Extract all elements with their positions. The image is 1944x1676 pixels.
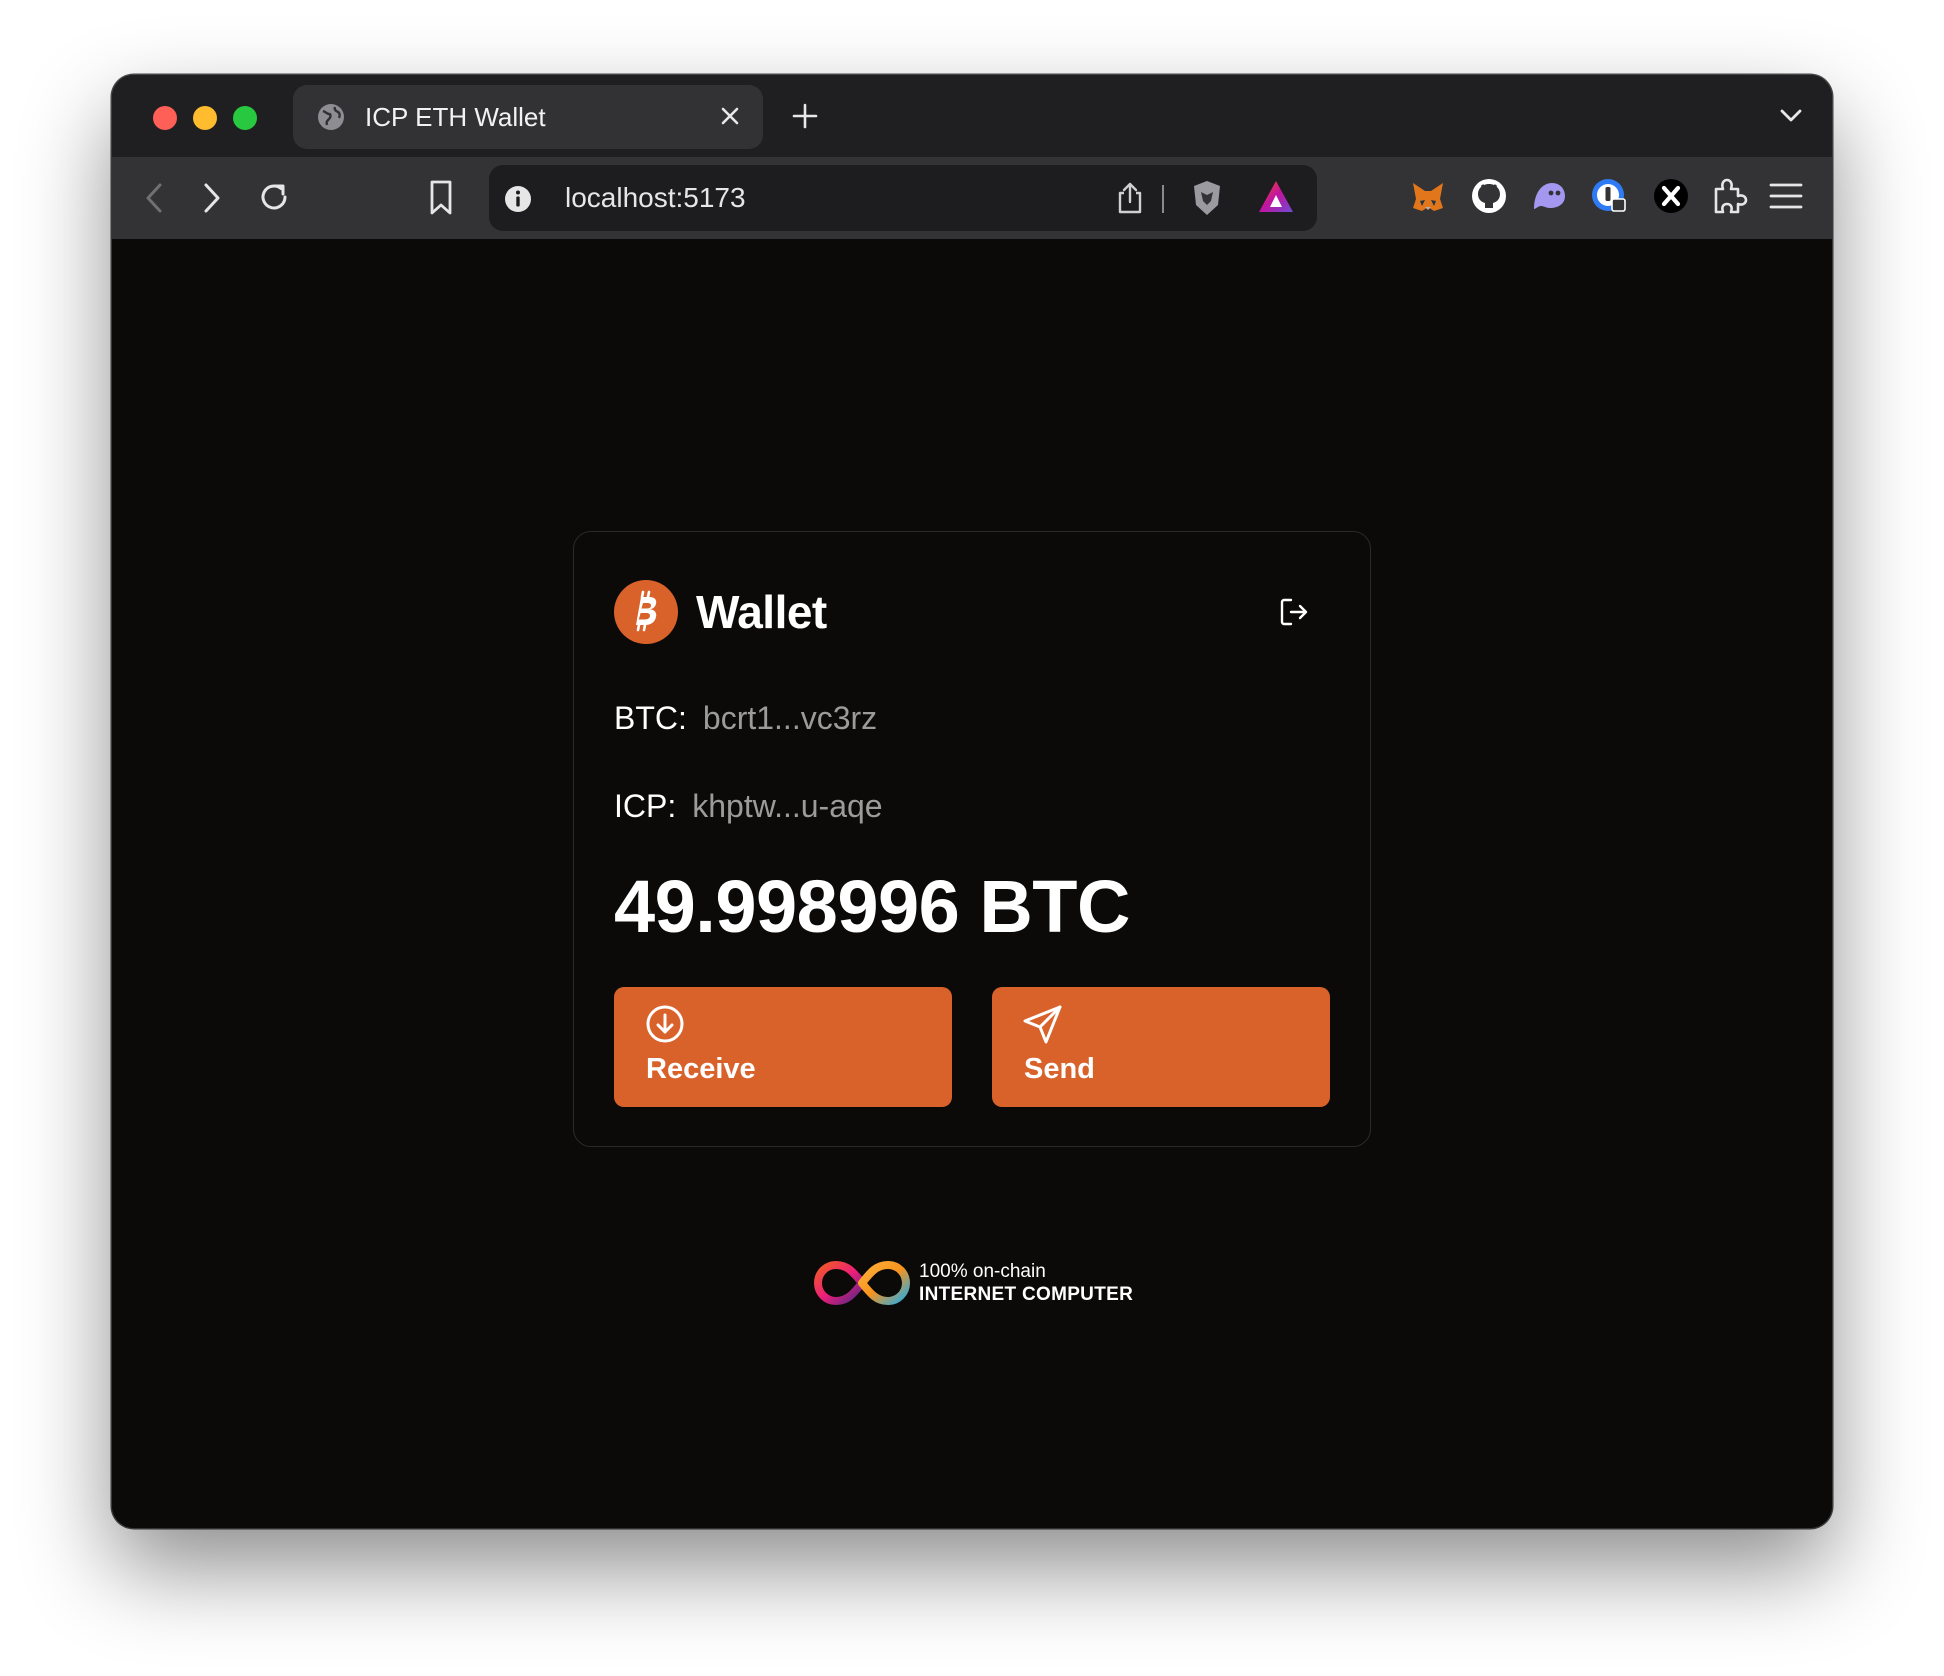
url-separator [1162, 185, 1164, 213]
btc-label: BTC: [614, 700, 687, 736]
receive-button[interactable]: Receive [614, 987, 952, 1107]
btc-address[interactable]: bcrt1...vc3rz [703, 700, 877, 736]
password-manager-icon[interactable] [1590, 177, 1628, 215]
minimize-window-button[interactable] [193, 106, 217, 130]
address-bar[interactable]: localhost:5173 [489, 165, 1317, 231]
brave-rewards-icon[interactable] [1257, 179, 1295, 215]
footer-brand: INTERNET COMPUTER [919, 1284, 1134, 1305]
forward-icon[interactable] [200, 181, 224, 215]
icp-label: ICP: [614, 788, 677, 824]
plus-icon[interactable] [790, 101, 820, 131]
icp-address[interactable]: khptw...u-aqe [692, 788, 882, 824]
share-icon[interactable] [1117, 181, 1143, 215]
browser-window: ICP ETH Wallet localhost:5173 Wallet BTC… [112, 75, 1832, 1528]
ghost-extension-icon[interactable] [1530, 179, 1568, 213]
chevron-down-icon[interactable] [1778, 105, 1804, 127]
tab-title: ICP ETH Wallet [365, 102, 546, 132]
infinity-icon [813, 1260, 911, 1306]
github-icon[interactable] [1470, 177, 1508, 215]
footer-tagline: 100% on-chain [919, 1261, 1046, 1282]
globe-icon [318, 104, 344, 130]
info-icon[interactable] [504, 185, 532, 213]
btc-address-row: BTC: bcrt1...vc3rz [614, 698, 877, 738]
bookmark-icon[interactable] [427, 179, 455, 217]
wallet-title: Wallet [696, 586, 827, 638]
arrow-down-circle-icon [646, 1005, 684, 1043]
url-text[interactable]: localhost:5173 [565, 165, 746, 231]
maximize-window-button[interactable] [233, 106, 257, 130]
close-window-button[interactable] [153, 106, 177, 130]
receive-label: Receive [646, 1053, 756, 1085]
puzzle-icon[interactable] [1710, 177, 1748, 215]
wallet-card: Wallet BTC: bcrt1...vc3rz ICP: khptw...u-a… [573, 531, 1371, 1147]
reload-icon[interactable] [256, 179, 292, 215]
metamask-icon[interactable] [1410, 179, 1446, 215]
logout-icon[interactable] [1278, 596, 1310, 628]
internet-computer-badge: 100% on-chain INTERNET COMPUTER [812, 1251, 1142, 1311]
send-button[interactable]: Send [992, 987, 1330, 1107]
tab-bar: ICP ETH Wallet [112, 75, 1832, 157]
brave-shield-icon[interactable] [1190, 179, 1224, 217]
menu-icon[interactable] [1768, 181, 1804, 211]
page-content: Wallet BTC: bcrt1...vc3rz ICP: khptw...u-a… [112, 239, 1832, 1528]
back-icon[interactable] [142, 181, 166, 215]
bitcoin-icon [614, 580, 678, 644]
send-icon [1023, 1005, 1062, 1044]
tab-active[interactable]: ICP ETH Wallet [293, 85, 763, 149]
balance-amount: 49.998996 BTC [614, 865, 1130, 948]
close-icon[interactable] [719, 105, 741, 127]
icp-address-row: ICP: khptw...u-aqe [614, 786, 883, 826]
send-label: Send [1024, 1053, 1095, 1085]
browser-toolbar: localhost:5173 [112, 157, 1832, 239]
x-extension-icon[interactable] [1652, 177, 1690, 215]
